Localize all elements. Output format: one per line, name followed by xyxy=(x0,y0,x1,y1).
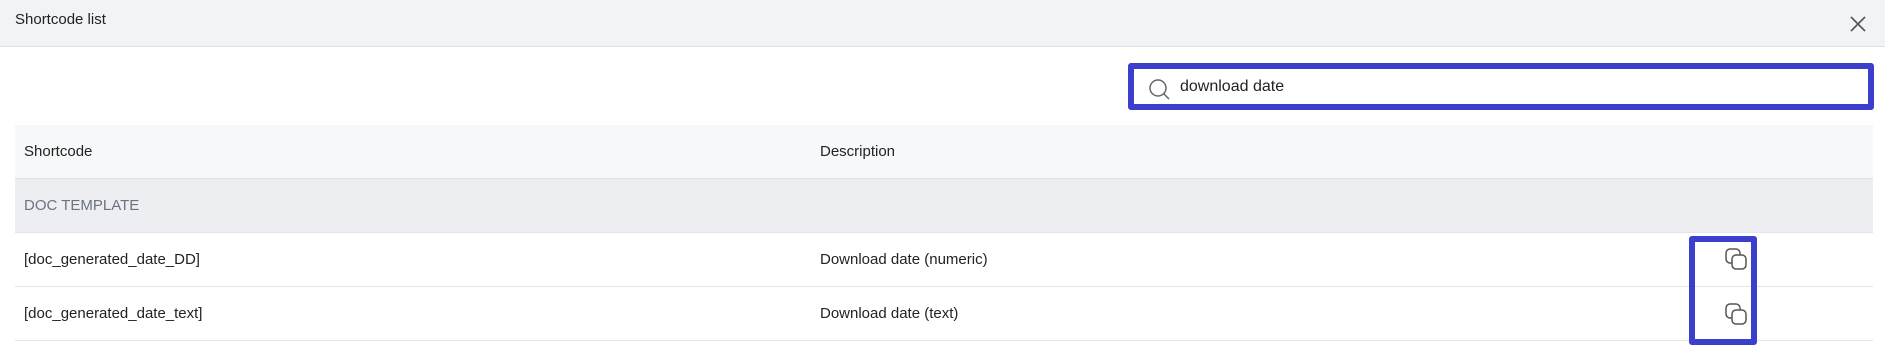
table-row: [doc_generated_date_DD] Download date (n… xyxy=(15,233,1873,287)
table-header-row: Shortcode Description xyxy=(15,125,1873,179)
shortcode-cell: [doc_generated_date_text] xyxy=(24,305,203,322)
copy-button[interactable] xyxy=(1723,246,1749,272)
modal-header: Shortcode list xyxy=(0,0,1885,47)
copy-icon xyxy=(1725,248,1747,270)
search-box xyxy=(1128,63,1874,110)
search-icon xyxy=(1149,79,1170,100)
modal-title: Shortcode list xyxy=(15,11,106,28)
shortcode-cell: [doc_generated_date_DD] xyxy=(24,251,200,268)
column-header-description: Description xyxy=(820,143,896,160)
group-label: DOC TEMPLATE xyxy=(24,197,140,214)
shortcode-table: Shortcode Description DOC TEMPLATE [doc_… xyxy=(15,125,1873,341)
table-row: [doc_generated_date_text] Download date … xyxy=(15,287,1873,341)
description-cell: Download date (text) xyxy=(820,305,959,322)
search-input[interactable] xyxy=(1180,74,1860,100)
group-row: DOC TEMPLATE xyxy=(15,179,1873,233)
column-header-shortcode: Shortcode xyxy=(24,143,93,160)
description-cell: Download date (numeric) xyxy=(820,251,988,268)
copy-icon xyxy=(1725,303,1747,325)
copy-button[interactable] xyxy=(1723,301,1749,327)
close-icon[interactable] xyxy=(1849,15,1867,33)
